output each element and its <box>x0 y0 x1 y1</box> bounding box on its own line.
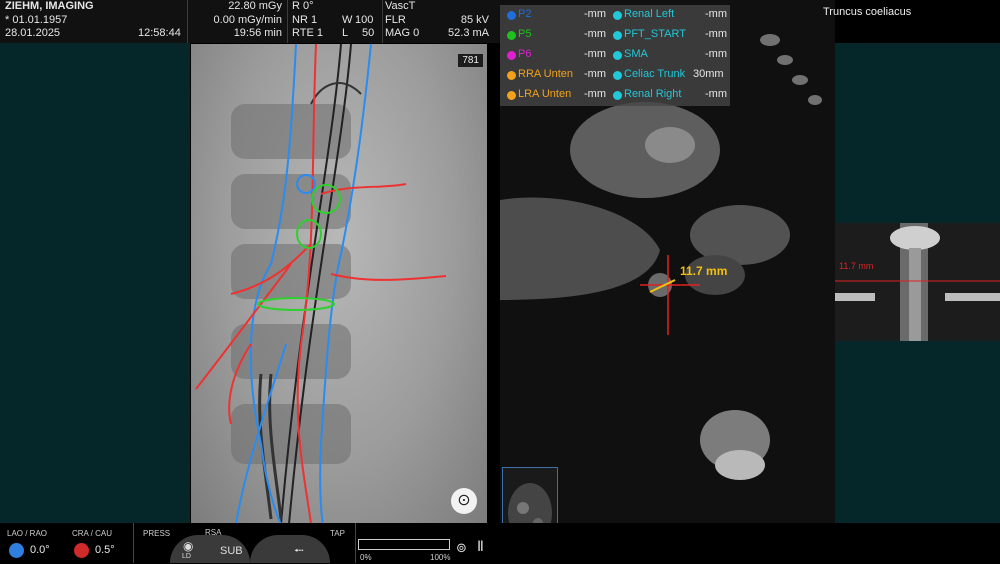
separator <box>355 523 356 563</box>
birth-date: * 01.01.1957 <box>5 13 68 26</box>
measurement-label: RRA Unten <box>518 68 574 80</box>
l-label: L <box>342 27 349 39</box>
progress-min: 0% <box>360 553 372 562</box>
c-arm-cra-icon <box>74 543 89 558</box>
patient-name: ZIEHM, IMAGING <box>5 0 94 12</box>
measurement-label: LRA Unten <box>518 88 572 100</box>
dose-info: 22.80 mGy 0.00 mGy/min 19:56 min <box>190 0 282 43</box>
ld-label: LD <box>182 553 191 560</box>
measurement-value: -mm <box>705 48 727 60</box>
top-info-bar: ZIEHM, IMAGING * 01.01.1957 28.01.2025 1… <box>0 0 500 43</box>
c-arm-lao-icon <box>9 543 24 558</box>
kv: 85 kV <box>460 13 489 26</box>
press-control[interactable]: ◉ LD SUB <box>170 535 250 563</box>
tap-control[interactable]: ⭪ <box>250 535 330 563</box>
right-header: Truncus coeliacus <box>823 0 1000 30</box>
flr: FLR <box>385 13 406 26</box>
tube-icon: ⊚ <box>456 540 467 555</box>
measurement-row[interactable]: P2 -mm Renal Left -mm <box>500 7 730 27</box>
exam-time: 12:58:44 <box>138 27 181 39</box>
lra-dot-icon <box>507 91 516 100</box>
w-value: 100 <box>355 13 374 26</box>
fluoro-time: 19:56 min <box>233 27 282 39</box>
dose-rate: 0.00 mGy/min <box>213 13 282 26</box>
rotation: R 0° <box>292 0 314 12</box>
geometry-info: R 0° NR 1 W 100 RTE 1 L 50 <box>292 0 382 43</box>
navigate-icon: ⭪ <box>294 543 304 558</box>
separator <box>287 0 288 43</box>
measurement-label: PFT_START <box>624 28 686 40</box>
separator <box>382 0 383 43</box>
measurement-value: -mm <box>584 28 606 40</box>
sma-dot-icon <box>613 51 622 60</box>
vessel-overlay <box>195 44 447 524</box>
measurement-value: 30mm <box>693 68 724 80</box>
progress-bar <box>358 539 450 550</box>
l-value: 50 <box>362 27 375 39</box>
lao-rao-label: LAO / RAO <box>7 529 48 538</box>
cra-cau-value: 0.5° <box>95 544 115 556</box>
exam-date: 28.01.2025 <box>5 27 61 39</box>
thermometer-icon: Ⅱ <box>477 538 484 554</box>
reconstruction-image <box>835 223 1000 341</box>
p2-dot-icon <box>507 11 516 20</box>
sub-button[interactable]: SUB <box>220 545 243 557</box>
progress-max: 100% <box>430 553 451 562</box>
left-empty-panel <box>0 43 190 523</box>
tap-label: TAP <box>330 529 345 538</box>
dose: 22.80 mGy <box>228 0 282 12</box>
measurement-row[interactable]: RRA Unten -mm Celiac Trunk 30mm <box>500 67 730 87</box>
pft-start-dot-icon <box>613 31 622 40</box>
measurement-label: P5 <box>518 28 532 40</box>
fluoroscopy-image[interactable]: 781 ⊙ <box>191 44 487 524</box>
separator <box>133 523 134 563</box>
diameter-label: 11.7 mm <box>680 264 728 278</box>
spine-shadow <box>231 104 351 464</box>
w-label: W <box>342 13 353 26</box>
measurement-value: -mm <box>705 8 727 20</box>
measurement-value: -mm <box>584 88 606 100</box>
measurement-label: Renal Left <box>624 8 675 20</box>
p5-dot-icon <box>507 31 516 40</box>
p6-dot-icon <box>507 51 516 60</box>
measurement-value: -mm <box>584 68 606 80</box>
reconstruction-view[interactable]: 11.7 mm <box>835 223 1000 341</box>
nr: NR 1 <box>292 13 318 26</box>
measurement-row[interactable]: P6 -mm SMA -mm <box>500 47 730 67</box>
rra-dot-icon <box>507 71 516 80</box>
measurement-label: Renal Right <box>624 88 682 100</box>
cra-cau-label: CRA / CAU <box>72 529 113 538</box>
measurement-row[interactable]: LRA Unten -mm Renal Right -mm <box>500 87 730 107</box>
measurement-panel: P2 -mm Renal Left -mm P5 -mm PFT_START -… <box>500 5 730 106</box>
measurement-label: SMA <box>624 48 648 60</box>
bottom-control-bar: LAO / RAO 0.0° CRA / CAU 0.5° PRESS RSA … <box>0 523 1000 563</box>
logo-icon: ⊙ <box>451 488 477 514</box>
renal-right-dot-icon <box>613 91 622 100</box>
view-title: Truncus coeliacus <box>823 6 912 18</box>
exposure-info: VascT FLR 85 kV MAG 0 52.3 mA <box>385 0 489 43</box>
measurement-value: -mm <box>584 8 606 20</box>
lao-rao-value: 0.0° <box>30 544 50 556</box>
frame-number: 781 <box>458 54 483 67</box>
measurement-label: P6 <box>518 48 532 60</box>
mag: MAG 0 <box>385 27 420 39</box>
rte: RTE 1 <box>292 27 323 39</box>
eye-icon: ◉ <box>183 539 194 553</box>
measurement-value: -mm <box>705 88 727 100</box>
measurement-label: Celiac Trunk <box>624 68 686 80</box>
celiac-trunk-dot-icon <box>613 71 622 80</box>
patient-info: ZIEHM, IMAGING * 01.01.1957 28.01.2025 1… <box>5 0 185 43</box>
press-label: PRESS <box>143 529 171 538</box>
measurement-label: P2 <box>518 8 532 20</box>
mode: VascT <box>385 0 416 12</box>
measurement-value: -mm <box>584 48 606 60</box>
renal-left-dot-icon <box>613 11 622 20</box>
separator <box>187 0 188 43</box>
measurement-row[interactable]: P5 -mm PFT_START -mm <box>500 27 730 47</box>
recon-diameter-label: 11.7 mm <box>839 261 874 271</box>
ma: 52.3 mA <box>448 27 489 39</box>
measurement-value: -mm <box>705 28 727 40</box>
